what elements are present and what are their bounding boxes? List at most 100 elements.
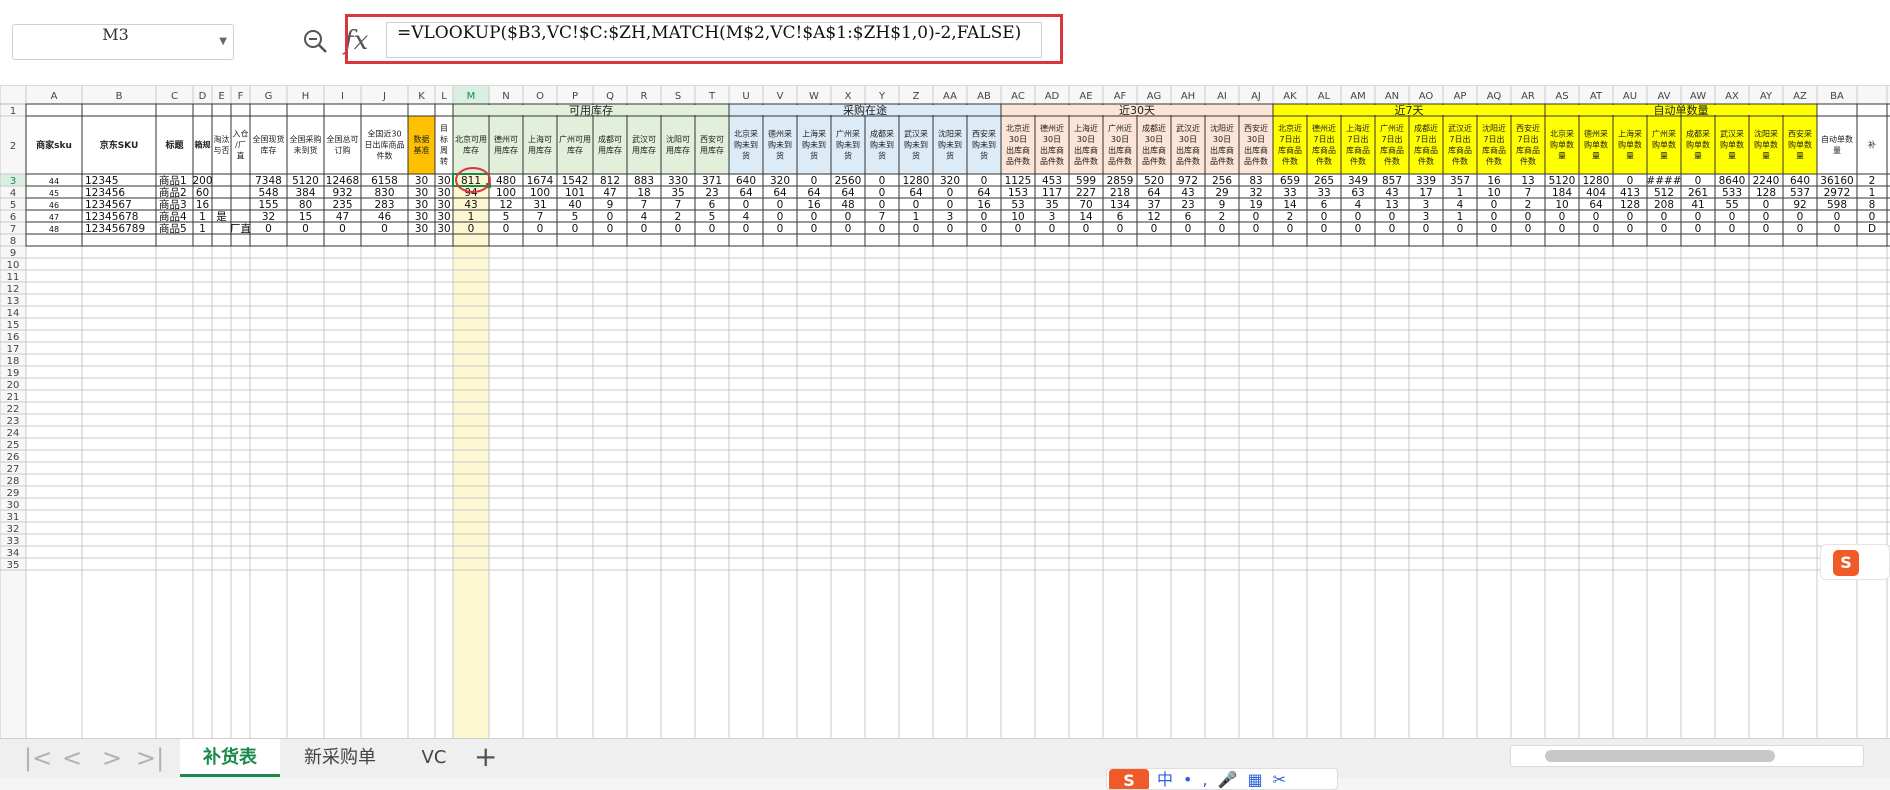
- zoom-icon[interactable]: [302, 28, 328, 54]
- data-cell[interactable]: 2: [1219, 211, 1226, 223]
- data-cell[interactable]: 13: [1521, 175, 1534, 187]
- data-cell[interactable]: 0: [1491, 223, 1498, 235]
- row-number[interactable]: 7: [10, 224, 16, 235]
- data-cell[interactable]: 44: [49, 177, 59, 186]
- tab-replenishment[interactable]: 补货表: [180, 739, 280, 777]
- data-cell[interactable]: 480: [496, 175, 516, 187]
- column-letter[interactable]: N: [502, 91, 509, 102]
- data-cell[interactable]: 48: [49, 225, 59, 234]
- data-cell[interactable]: 17: [1419, 187, 1432, 199]
- data-cell[interactable]: 384: [295, 187, 315, 199]
- row-number[interactable]: 1: [10, 106, 16, 117]
- column-letter[interactable]: I: [341, 91, 344, 102]
- data-cell[interactable]: 101: [565, 187, 585, 199]
- data-cell[interactable]: 7: [1525, 187, 1532, 199]
- data-cell[interactable]: 16: [1487, 175, 1501, 187]
- row-number[interactable]: 21: [7, 392, 20, 403]
- column-letter[interactable]: AR: [1521, 91, 1535, 102]
- data-cell[interactable]: 0: [845, 211, 852, 223]
- data-cell[interactable]: 0: [675, 223, 682, 235]
- data-cell[interactable]: 1280: [1583, 175, 1610, 187]
- row-number[interactable]: 17: [7, 344, 20, 355]
- column-letter[interactable]: Y: [878, 91, 886, 102]
- ime-toolbar[interactable]: S 中•,🎤▦✂: [1106, 768, 1338, 790]
- data-cell[interactable]: 7348: [255, 175, 282, 187]
- column-letter[interactable]: B: [116, 91, 123, 102]
- data-cell[interactable]: 0: [339, 223, 346, 235]
- data-cell[interactable]: 0: [1729, 223, 1736, 235]
- first-sheet-icon[interactable]: |<: [24, 745, 52, 771]
- data-cell[interactable]: 0: [572, 223, 579, 235]
- data-cell[interactable]: 63: [1351, 187, 1364, 199]
- data-cell[interactable]: 3: [1049, 211, 1056, 223]
- row-number[interactable]: 6: [10, 212, 16, 223]
- column-letter[interactable]: AD: [1045, 91, 1060, 102]
- data-cell[interactable]: 972: [1178, 175, 1198, 187]
- data-cell[interactable]: 30: [437, 211, 450, 223]
- data-cell[interactable]: 320: [770, 175, 790, 187]
- data-cell[interactable]: 2859: [1107, 175, 1134, 187]
- data-cell[interactable]: 30: [415, 199, 428, 211]
- data-cell[interactable]: 8640: [1719, 175, 1746, 187]
- column-letter[interactable]: AE: [1079, 91, 1092, 102]
- data-cell[interactable]: 64: [807, 187, 821, 199]
- data-cell[interactable]: 0: [1423, 223, 1430, 235]
- data-cell[interactable]: 23: [1181, 199, 1194, 211]
- data-cell[interactable]: 2: [1525, 199, 1532, 211]
- data-cell[interactable]: 123456: [85, 187, 125, 199]
- data-cell[interactable]: 商品5: [159, 222, 187, 235]
- data-cell[interactable]: 46: [378, 211, 392, 223]
- data-cell[interactable]: 0: [1797, 223, 1804, 235]
- row-number[interactable]: 11: [7, 272, 20, 283]
- data-cell[interactable]: 6: [1321, 199, 1328, 211]
- column-letter[interactable]: AV: [1657, 91, 1670, 102]
- column-letter[interactable]: AZ: [1793, 91, 1807, 102]
- data-cell[interactable]: 30: [415, 175, 428, 187]
- data-cell[interactable]: 70: [1079, 199, 1092, 211]
- data-cell[interactable]: 320: [940, 175, 960, 187]
- data-cell[interactable]: 43: [1181, 187, 1194, 199]
- data-cell[interactable]: 46: [49, 201, 59, 210]
- data-cell[interactable]: 5120: [1549, 175, 1576, 187]
- column-letter[interactable]: L: [441, 91, 447, 102]
- row-number[interactable]: 29: [7, 488, 20, 499]
- column-letter[interactable]: Q: [606, 91, 614, 102]
- column-letter[interactable]: AP: [1454, 91, 1467, 102]
- data-cell[interactable]: 30: [415, 211, 428, 223]
- column-letter[interactable]: AB: [977, 91, 991, 102]
- data-cell[interactable]: 371: [702, 175, 722, 187]
- column-letter[interactable]: R: [641, 91, 648, 102]
- data-cell[interactable]: 64: [841, 187, 855, 199]
- data-cell[interactable]: 0: [1661, 211, 1668, 223]
- data-cell[interactable]: 357: [1450, 175, 1470, 187]
- data-cell[interactable]: 0: [811, 223, 818, 235]
- data-cell[interactable]: 4: [743, 211, 750, 223]
- row-number[interactable]: 26: [7, 452, 20, 463]
- column-letter[interactable]: AI: [1217, 91, 1227, 102]
- data-cell[interactable]: 0: [743, 223, 750, 235]
- data-cell[interactable]: 5: [503, 211, 510, 223]
- data-cell[interactable]: 7: [537, 211, 544, 223]
- column-letter[interactable]: AO: [1419, 91, 1434, 102]
- data-cell[interactable]: 0: [1321, 223, 1328, 235]
- data-cell[interactable]: 47: [336, 211, 349, 223]
- data-cell[interactable]: 0: [1559, 211, 1566, 223]
- data-cell[interactable]: 0: [265, 223, 272, 235]
- data-cell[interactable]: 19: [1249, 199, 1262, 211]
- column-letter[interactable]: H: [302, 91, 310, 102]
- data-cell[interactable]: 0: [1389, 223, 1396, 235]
- row-number[interactable]: 15: [7, 320, 20, 331]
- data-cell[interactable]: 598: [1827, 199, 1847, 211]
- data-cell[interactable]: 0: [1869, 211, 1876, 223]
- data-cell[interactable]: 3: [1423, 211, 1430, 223]
- data-cell[interactable]: 33: [1283, 187, 1296, 199]
- data-cell[interactable]: 0: [1525, 223, 1532, 235]
- data-cell[interactable]: 0: [879, 175, 886, 187]
- chevron-down-icon[interactable]: ▼: [219, 25, 227, 59]
- data-cell[interactable]: 0: [1763, 211, 1770, 223]
- data-cell[interactable]: 153: [1008, 187, 1028, 199]
- data-cell[interactable]: 6158: [371, 175, 398, 187]
- row-number[interactable]: 19: [7, 368, 20, 379]
- data-cell[interactable]: 520: [1144, 175, 1164, 187]
- data-cell[interactable]: 0: [777, 211, 784, 223]
